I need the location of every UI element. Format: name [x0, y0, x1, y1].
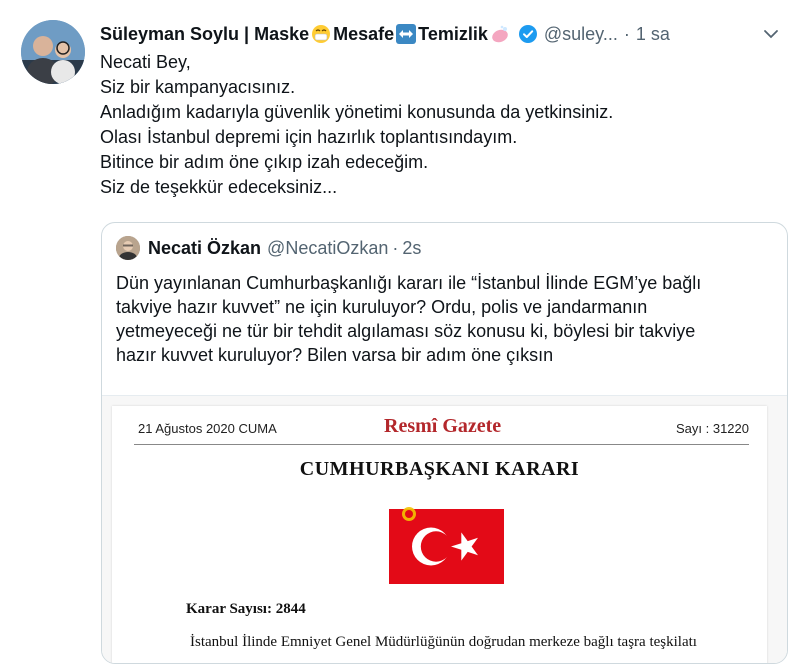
tweet-header: Süleyman Soylu | Maske Mesafe Temizlik @…	[100, 20, 790, 48]
mask-emoji-icon	[311, 24, 331, 44]
separator-dot: ·	[392, 237, 399, 258]
soap-icon	[490, 24, 510, 44]
quoted-author-handle[interactable]: @NecatiOzkan	[267, 238, 388, 259]
tweet-line: Bitince bir adım öne çıkıp izah edeceğim…	[100, 152, 429, 172]
gazette-page: 21 Ağustos 2020 CUMA Resmî Gazete Sayı :…	[112, 406, 767, 663]
author-avatar[interactable]	[21, 20, 85, 84]
quoted-author-name[interactable]: Necati Özkan	[148, 238, 261, 259]
quoted-tweet-header: Necati Özkan @NecatiOzkan · 2s	[116, 235, 421, 261]
tweet-line: Olası İstanbul depremi için hazırlık top…	[100, 127, 518, 147]
gazette-body-text: İstanbul İlinde Emniyet Genel Müdürlüğün…	[190, 634, 697, 650]
quoted-tweet-body: Dün yayınlanan Cumhurbaşkanlığı kararı i…	[116, 271, 776, 367]
separator-dot: ·	[623, 23, 630, 44]
quoted-line: takviye hazır kuvvet” ne için kuruluyor?…	[116, 297, 648, 317]
gazette-heading: CUMHURBAŞKANI KARARI	[299, 458, 580, 480]
tweet-timestamp[interactable]: 1 sa	[636, 24, 670, 45]
gazette-decision-number: Karar Sayısı: 2844	[186, 601, 306, 617]
presidential-seal-icon	[400, 505, 418, 523]
quoted-tweet-image[interactable]: 21 Ağustos 2020 CUMA Resmî Gazete Sayı :…	[102, 395, 787, 663]
quoted-line: Dün yayınlanan Cumhurbaşkanlığı kararı i…	[116, 273, 702, 293]
quoted-tweet-timestamp[interactable]: 2s	[402, 238, 421, 259]
gazette-issue-number: Sayı : 31220	[676, 421, 749, 436]
gazette-title: Resmî Gazete	[384, 415, 502, 437]
chevron-down-icon[interactable]	[760, 23, 782, 45]
quoted-line: yetmeyeceği ne tür bir tehdit algılaması…	[116, 321, 696, 341]
quoted-tweet[interactable]: Necati Özkan @NecatiOzkan · 2s Dün yayın…	[101, 222, 788, 664]
quoted-line: hazır kuvvet kuruluyor? Bilen varsa bir …	[116, 345, 554, 365]
quoted-author-avatar[interactable]	[116, 236, 140, 260]
gazette-date: 21 Ağustos 2020 CUMA	[138, 421, 277, 436]
tweet-line: Siz bir kampanyacısınız.	[100, 77, 296, 97]
gazette-divider	[134, 444, 749, 445]
tweet-body: Necati Bey, Siz bir kampanyacısınız. Anl…	[100, 50, 780, 200]
author-name-part3[interactable]: Temizlik	[418, 24, 488, 45]
author-name[interactable]: Süleyman Soylu | Maske	[100, 24, 309, 45]
author-handle[interactable]: @suley...	[544, 24, 618, 45]
left-right-arrow-icon	[396, 24, 417, 44]
tweet-line: Siz de teşekkür edeceksiniz...	[100, 177, 338, 197]
verified-badge-icon	[518, 24, 538, 44]
tweet-line: Anladığım kadarıyla güvenlik yönetimi ko…	[100, 102, 614, 122]
author-name-part2[interactable]: Mesafe	[333, 24, 394, 45]
tweet-line: Necati Bey,	[100, 52, 191, 72]
